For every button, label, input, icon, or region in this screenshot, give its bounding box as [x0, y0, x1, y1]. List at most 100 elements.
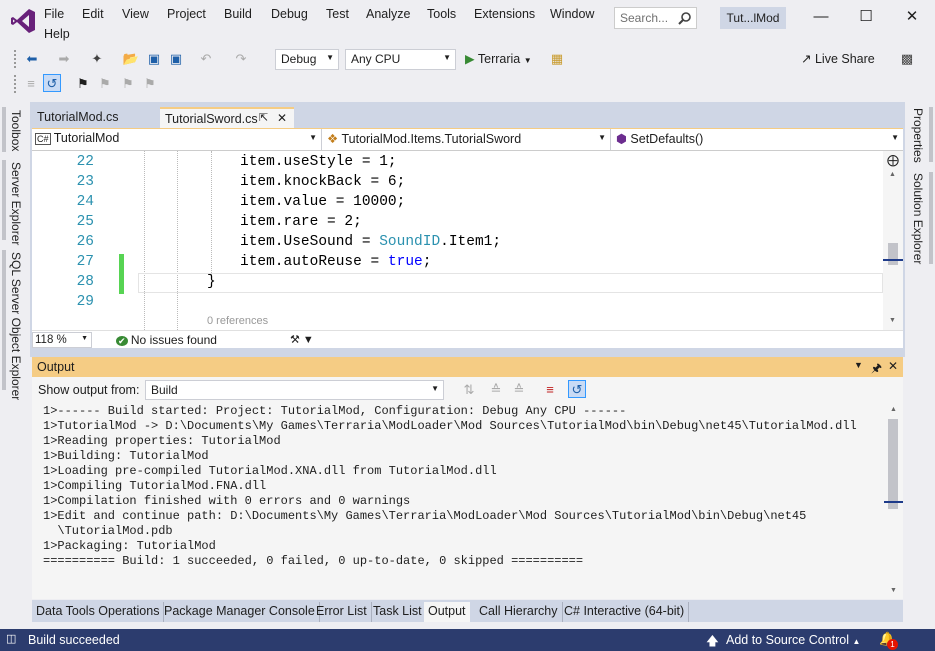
csharp-project-icon: C# — [35, 133, 51, 145]
redo-icon[interactable]: ↷ — [232, 50, 250, 68]
maximize-button[interactable]: ☐ — [851, 6, 881, 28]
menu-window[interactable]: Window — [550, 7, 594, 25]
attach-icon[interactable]: ▦ — [548, 50, 566, 68]
output-source-select[interactable]: Build ▼ — [145, 380, 444, 400]
new-project-icon[interactable]: ✦ — [88, 50, 106, 68]
cleanup-icon[interactable]: ⚒ ▼ — [290, 333, 314, 346]
find-message-icon[interactable]: ⇅ — [460, 381, 478, 399]
tab-tutorialsword-cs[interactable]: TutorialSword.cs ⇱ ✕ — [160, 107, 294, 128]
code-editor[interactable]: 22 item.useStyle = 1; 23 item.knockBack = 6… — [32, 151, 903, 330]
scroll-thumb[interactable] — [888, 243, 898, 265]
menu-file[interactable]: File — [44, 7, 64, 25]
code-line[interactable]: } — [207, 274, 216, 290]
tab-tutorialmod-cs[interactable]: TutorialMod.cs — [32, 107, 159, 128]
menu-tools[interactable]: Tools — [427, 7, 456, 25]
configuration-select[interactable]: Debug ▼ — [275, 49, 339, 70]
menu-view[interactable]: View — [122, 7, 149, 25]
comment-out-icon[interactable]: ≡ — [22, 75, 40, 93]
tab-package-manager-console[interactable]: Package Manager Console — [160, 602, 320, 622]
previous-message-icon[interactable]: ≙ — [487, 381, 505, 399]
code-line[interactable]: item.value = 10000; — [240, 194, 405, 210]
bookmark-icon[interactable]: ⚑ — [74, 75, 92, 93]
output-line: \TutorialMod.pdb — [43, 524, 173, 538]
toolbar-grip[interactable] — [14, 75, 18, 93]
issues-indicator[interactable]: ✔ No issues found — [116, 333, 217, 347]
tab-call-hierarchy[interactable]: Call Hierarchy — [475, 602, 563, 622]
save-icon[interactable]: ▣ — [145, 50, 163, 68]
code-line[interactable]: item.rare = 2; — [240, 214, 362, 230]
tab-task-list[interactable]: Task List — [369, 602, 427, 622]
tab-data-tools-operations[interactable]: Data Tools Operations — [32, 602, 165, 622]
type-dropdown[interactable]: ❖ TutorialMod.Items.TutorialSword ▼ — [324, 129, 611, 150]
menu-project[interactable]: Project — [167, 7, 206, 25]
previous-bookmark-icon[interactable]: ⚑ — [96, 75, 114, 93]
tab-toolbox[interactable]: Toolbox — [9, 110, 23, 151]
tab-indicator — [929, 107, 933, 162]
clear-all-icon[interactable]: ≡ — [541, 381, 559, 399]
menu-extensions[interactable]: Extensions — [474, 7, 535, 25]
live-share-button[interactable]: ↗ Live Share — [801, 51, 875, 66]
clear-bookmarks-icon[interactable]: ⚑ — [141, 75, 159, 93]
navigate-back-icon[interactable]: ⬅ — [23, 50, 41, 68]
output-vertical-scrollbar[interactable]: ▲ ▼ — [884, 403, 903, 599]
tab-sql-server-object-explorer[interactable]: SQL Server Object Explorer — [9, 252, 23, 400]
scroll-up-icon[interactable]: ▲ — [889, 171, 896, 178]
tab-solution-explorer[interactable]: Solution Explorer — [911, 173, 925, 264]
tab-properties[interactable]: Properties — [911, 108, 925, 163]
close-icon[interactable]: ✕ — [888, 359, 898, 373]
add-to-source-control[interactable]: Add to Source Control ▲ — [726, 633, 860, 647]
menu-build[interactable]: Build — [224, 7, 252, 25]
pin-icon[interactable]: ⇱ — [259, 111, 268, 124]
member-dropdown[interactable]: ⬢ SetDefaults() ▼ — [613, 129, 903, 150]
undo-icon[interactable]: ↶ — [197, 50, 215, 68]
navigate-forward-icon[interactable]: ➡ — [55, 50, 73, 68]
indent-guide — [211, 151, 212, 279]
menu-debug[interactable]: Debug — [271, 7, 308, 25]
tab-error-list[interactable]: Error List — [312, 602, 372, 622]
project-dropdown[interactable]: C# TutorialMod ▼ — [32, 129, 322, 150]
scroll-up-icon[interactable]: ▲ — [890, 406, 897, 413]
scroll-down-icon[interactable]: ▼ — [889, 317, 896, 324]
tab-output[interactable]: Output — [424, 602, 470, 622]
live-share-icon: ↗ — [801, 52, 812, 66]
output-text[interactable]: 1>------ Build started: Project: Tutoria… — [32, 403, 884, 599]
tab-indicator — [2, 107, 6, 152]
start-debugging-button[interactable]: ▶ Terraria ▼ — [465, 51, 532, 66]
tab-c-interactive-64-bit[interactable]: C# Interactive (64-bit) — [560, 602, 690, 622]
word-wrap-toggle-icon[interactable]: ↺ — [43, 74, 61, 92]
menu-test[interactable]: Test — [326, 7, 349, 25]
scroll-thumb[interactable] — [888, 419, 898, 509]
code-token: item.UseSound = — [240, 234, 380, 250]
visual-studio-logo-icon — [11, 9, 35, 33]
next-message-icon[interactable]: ≙ — [510, 381, 528, 399]
next-bookmark-icon[interactable]: ⚑ — [119, 75, 137, 93]
code-line[interactable]: item.useStyle = 1; — [240, 154, 397, 170]
toolbar-grip[interactable] — [14, 50, 18, 68]
scroll-down-icon[interactable]: ▼ — [890, 587, 897, 594]
code-line[interactable]: item.knockBack = 6; — [240, 174, 405, 190]
editor-vertical-scrollbar[interactable]: ⨁ ▲ ▼ — [883, 151, 903, 330]
output-status-icon: ◫ — [6, 633, 17, 645]
codelens-references[interactable]: 0 references — [207, 315, 268, 327]
menu-edit[interactable]: Edit — [82, 7, 104, 25]
feedback-icon[interactable]: ▩ — [898, 50, 916, 68]
open-file-icon[interactable]: 📂 — [122, 50, 140, 68]
close-button[interactable]: ✕ — [897, 6, 927, 28]
zoom-select[interactable]: 118 % ▼ — [32, 332, 92, 348]
tab-server-explorer[interactable]: Server Explorer — [9, 162, 23, 245]
code-line[interactable]: item.autoReuse = true; — [240, 254, 431, 270]
close-icon[interactable]: ✕ — [277, 111, 287, 125]
code-line[interactable]: item.UseSound = SoundID.Item1; — [240, 234, 501, 250]
word-wrap-toggle-icon[interactable]: ↺ — [568, 380, 586, 398]
platform-select[interactable]: Any CPU ▼ — [345, 49, 456, 70]
method-icon: ⬢ — [616, 132, 627, 146]
save-all-icon[interactable]: ▣ — [167, 50, 185, 68]
window-menu-icon[interactable]: ▼ — [854, 360, 863, 370]
minimize-button[interactable]: — — [806, 6, 836, 28]
menu-analyze[interactable]: Analyze — [366, 7, 410, 25]
search-input[interactable]: Search... — [614, 7, 697, 29]
output-title: Output — [37, 360, 75, 374]
menu-help[interactable]: Help — [44, 27, 70, 45]
splitter[interactable] — [30, 348, 905, 357]
split-icon[interactable]: ⨁ — [887, 153, 899, 167]
